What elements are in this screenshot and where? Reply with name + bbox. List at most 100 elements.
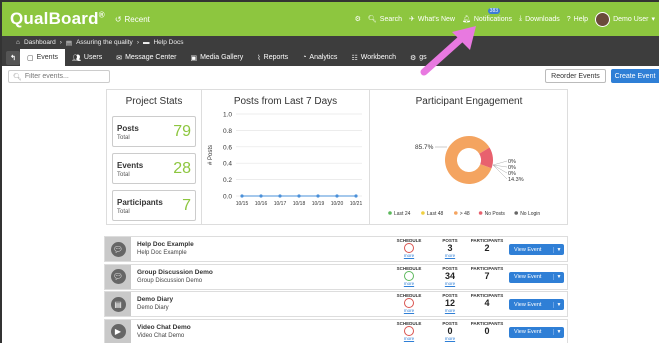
event-title[interactable]: Demo Diary <box>137 296 173 303</box>
tab-reports[interactable]: ⌇ Reports <box>250 49 295 66</box>
event-subtitle: Help Doc Example <box>137 250 187 256</box>
settings-button[interactable]: ⚙ <box>355 15 361 23</box>
tab-events[interactable]: ▢ Events <box>20 49 66 66</box>
chevron-down-icon[interactable]: ▼ <box>553 329 564 335</box>
x-tick-label: 10/21 <box>350 201 363 207</box>
data-point <box>297 194 301 198</box>
event-subtitle: Group Discussion Demo <box>137 277 203 284</box>
grid-icon: ☷ <box>351 54 358 62</box>
notifications-button[interactable]: 🔔︎ Notifications 383 <box>462 8 512 23</box>
top-bar: QualBoard® ↺ Recent ⚙ 🔍︎ Search ✈ What's N… <box>0 0 659 36</box>
filter-box: 🔍︎ <box>8 70 110 83</box>
trash-icon: ▤ <box>65 39 73 47</box>
clock-icon <box>404 325 414 336</box>
diary-icon: ▤ <box>110 296 126 312</box>
schedule-more-link[interactable]: more <box>391 308 427 313</box>
posts-more-link[interactable]: more <box>437 253 463 258</box>
reorder-events-button[interactable]: Reorder Events <box>545 69 606 83</box>
breadcrumb: ⌂ Dashboard › ▤ Assuring the quality › ▬… <box>0 36 659 49</box>
y-tick-label: 0.4 <box>223 161 232 168</box>
pie-icon: ◔ <box>302 54 307 61</box>
participants-col: PARTICIPANTS 4 <box>470 293 504 308</box>
participants-col: PARTICIPANTS 7 <box>470 265 504 281</box>
data-point <box>278 194 282 198</box>
chevron-down-icon[interactable]: ▼ <box>553 274 564 280</box>
stat-events: Events Total 28 <box>112 153 196 184</box>
gear-icon: ⚙ <box>354 16 361 23</box>
event-title[interactable]: Help Doc Example <box>137 241 194 248</box>
project-stats-title: Project Stats <box>125 96 183 107</box>
search-button[interactable]: 🔍︎ Search <box>367 15 402 24</box>
posts-line-chart: 0.0 0.2 0.4 0.6 0.8 1.0 # Posts 10/15 10/16 10/17… <box>208 112 363 208</box>
folder-icon: ▬ <box>142 39 150 46</box>
view-event-button[interactable]: View Event ▼ <box>509 299 564 310</box>
clock-icon <box>404 270 414 281</box>
x-tick-label: 10/19 <box>312 201 325 207</box>
legend-swatch <box>478 211 483 215</box>
legend-swatch <box>388 211 392 215</box>
downloads-button[interactable]: ⤓ Downloads <box>519 15 560 23</box>
event-title[interactable]: Group Discussion Demo <box>137 269 213 276</box>
event-subtitle: Demo Diary <box>137 305 169 311</box>
table-row: 💬︎ Help Doc Example Help Doc Example SCH… <box>104 236 568 262</box>
engagement-title: Participant Engagement <box>415 96 523 107</box>
schedule-more-link[interactable]: more <box>391 253 427 258</box>
megaphone-icon: ✈ <box>408 16 415 23</box>
data-point <box>259 194 263 198</box>
posts-more-link[interactable]: more <box>437 308 463 313</box>
posts-more-link[interactable]: more <box>437 336 463 341</box>
schedule-more-link[interactable]: more <box>391 281 427 286</box>
app-logo[interactable]: QualBoard® <box>10 9 105 29</box>
schedule-more-link[interactable]: more <box>391 336 427 341</box>
participants-count: 4 <box>484 298 490 308</box>
view-event-button[interactable]: View Event ▼ <box>509 244 564 255</box>
x-tick-label: 10/16 <box>255 201 268 207</box>
view-event-button[interactable]: View Event ▼ <box>509 271 564 283</box>
posts-col: POSTS 0 more <box>437 321 463 341</box>
legend-entry: No Posts <box>485 211 506 217</box>
event-icon-cell: ▶ <box>105 319 131 343</box>
participants-col: PARTICIPANTS 2 <box>470 238 504 253</box>
x-tick-label: 10/15 <box>236 201 249 207</box>
search-icon: 🔍︎ <box>367 16 377 23</box>
user-menu[interactable]: Demo User ▾ <box>595 11 655 27</box>
tab-workbench[interactable]: ☷ Workbench <box>344 49 403 66</box>
chevron-down-icon[interactable]: ▼ <box>553 301 564 308</box>
posts-col: POSTS 3 more <box>437 238 463 258</box>
breadcrumb-dashboard[interactable]: Dashboard <box>24 39 56 46</box>
download-icon: ⤓ <box>519 15 523 22</box>
tab-analytics[interactable]: ◔ Analytics <box>295 49 344 66</box>
breadcrumb-project[interactable]: Assuring the quality <box>76 39 133 46</box>
data-point <box>354 194 358 198</box>
schedule-col: SCHEDULE more <box>391 321 427 341</box>
participants-count: 2 <box>484 243 490 253</box>
slice-label: 85.7% <box>415 144 434 151</box>
data-point <box>316 194 320 198</box>
images-icon: ▣ <box>190 54 198 62</box>
event-title[interactable]: Video Chat Demo <box>137 324 191 331</box>
y-tick-label: 0.8 <box>223 128 232 135</box>
table-row: 💬︎ Group Discussion Demo Group Discussio… <box>104 263 568 290</box>
back-button[interactable]: ↰ <box>6 50 20 65</box>
help-icon: ? <box>566 15 571 23</box>
tab-media-gallery[interactable]: ▣ Media Gallery <box>183 49 250 66</box>
tab-users[interactable]: 👥︎ Users <box>65 49 109 66</box>
schedule-col: SCHEDULE more <box>391 293 427 313</box>
chevron-down-icon[interactable]: ▼ <box>553 246 564 253</box>
tab-message-center[interactable]: ✉ Message Center <box>109 49 183 66</box>
whats-new-button[interactable]: ✈ What's New <box>408 15 455 24</box>
dashboard-panel: Project Stats Posts Total 79 Events Tota… <box>106 89 568 225</box>
view-event-button[interactable]: View Event ▼ <box>509 326 564 338</box>
create-event-button[interactable]: Create Event <box>611 69 659 83</box>
legend-entry: > 48 <box>460 211 470 217</box>
engagement-donut-chart: 85.7%0%0%0%14.3%Last 24 Last 48 > 48 No Pos… <box>388 136 540 217</box>
breadcrumb-folder[interactable]: Help Docs <box>153 39 183 46</box>
help-button[interactable]: ? Help <box>567 16 588 23</box>
stat-posts: Posts Total 79 <box>112 116 196 147</box>
posts-more-link[interactable]: more <box>437 281 463 286</box>
stat-participants: Participants Total 7 <box>112 190 196 221</box>
y-tick-label: 1.0 <box>223 112 232 119</box>
filter-input[interactable] <box>24 73 105 80</box>
avatar <box>595 11 611 27</box>
recent-menu[interactable]: ↺ Recent <box>115 15 150 24</box>
